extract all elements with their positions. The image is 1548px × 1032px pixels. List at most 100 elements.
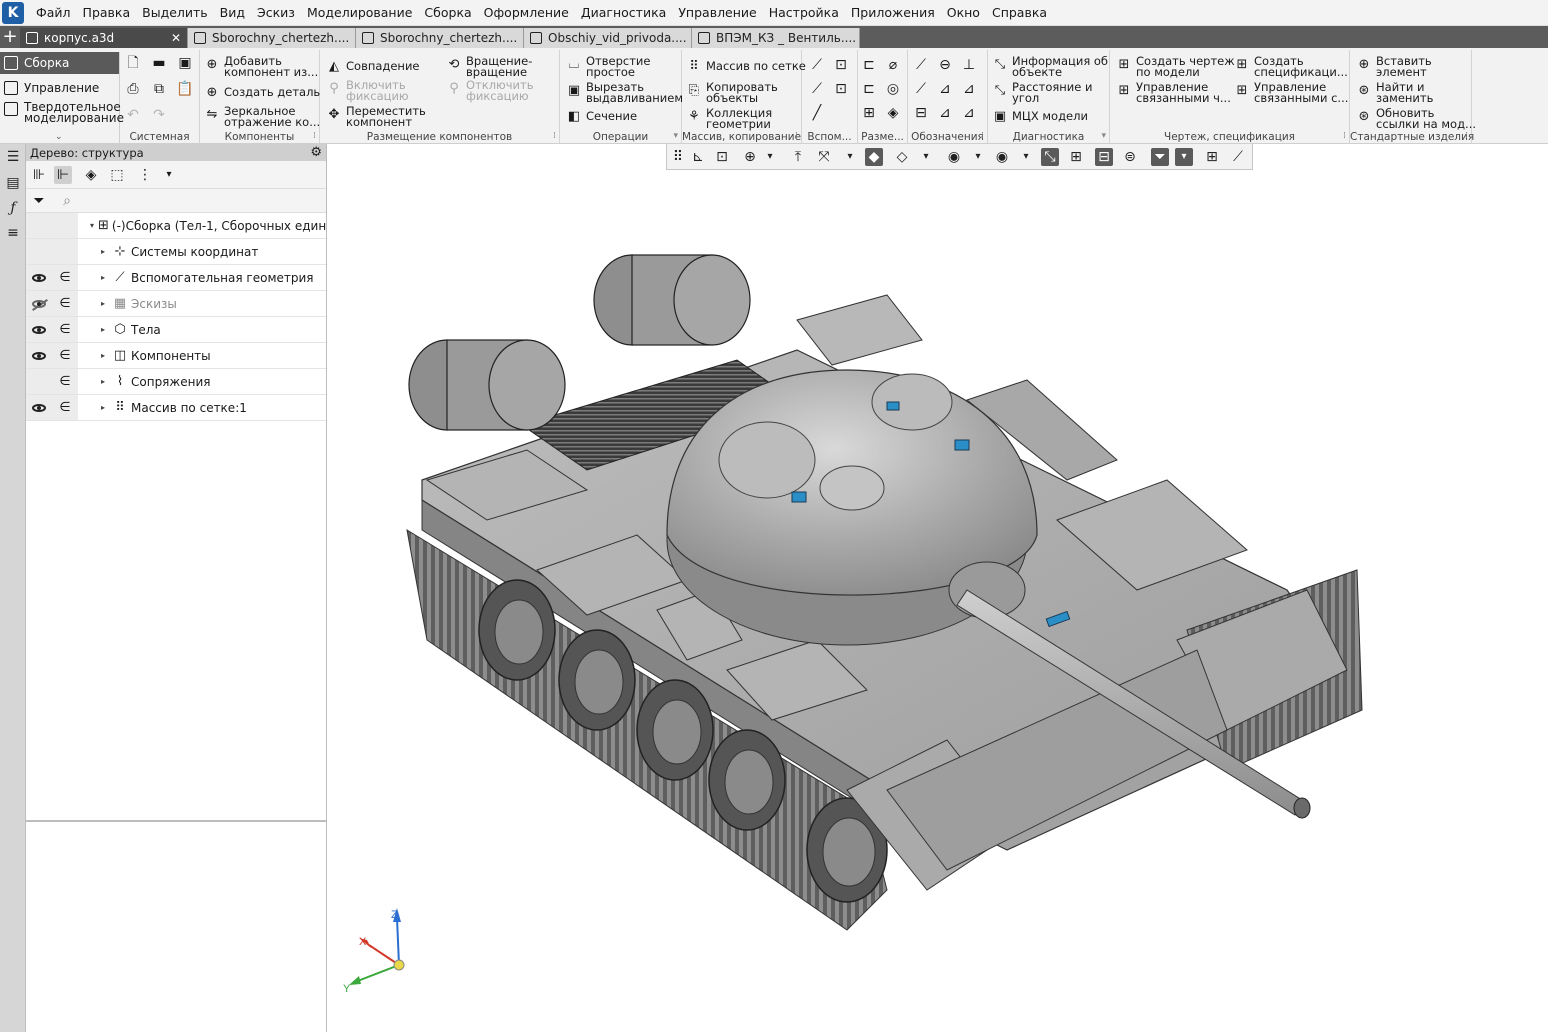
include-toggle[interactable]: ∈ <box>52 265 78 290</box>
expand-right-icon[interactable]: ▸ <box>98 325 108 334</box>
diameter-dim-icon[interactable]: ⌀ <box>884 56 902 74</box>
open-folder-icon[interactable]: ▬ <box>150 54 168 72</box>
include-toggle[interactable]: ∈ <box>52 369 78 394</box>
close-tab-icon[interactable]: ✕ <box>163 31 181 45</box>
expand-right-icon[interactable]: ▸ <box>98 403 108 412</box>
shaded-view-icon[interactable]: ◆ <box>865 148 883 166</box>
zoom-window-icon[interactable]: ⊡ <box>713 148 731 166</box>
hide-icon[interactable]: ◉ <box>945 148 963 166</box>
tree-row[interactable]: ∈ ▸ ⬡ Тела <box>26 317 326 343</box>
tree-view-icon[interactable]: ⊩ <box>54 166 72 184</box>
group-options-icon[interactable]: ⁞ <box>795 131 798 141</box>
menu-item-0[interactable]: Файл <box>30 0 77 26</box>
tree-item[interactable]: ▸ ⊹ Системы координат <box>78 239 326 264</box>
include-toggle[interactable] <box>52 213 78 238</box>
menu-item-11[interactable]: Приложения <box>845 0 941 26</box>
create-drawing-button[interactable]: ⊞ Создать чертеж по модели <box>1116 55 1235 78</box>
manage-linked-specs-button[interactable]: ⊞ Управление связанными с... <box>1234 81 1349 104</box>
roughness-icon[interactable]: ⊥ <box>960 56 978 74</box>
menu-item-3[interactable]: Вид <box>214 0 251 26</box>
tree-row[interactable]: ∈ ▸ ▦ Эскизы <box>26 291 326 317</box>
include-toggle[interactable]: ∈ <box>52 395 78 420</box>
menu-item-8[interactable]: Диагностика <box>575 0 672 26</box>
geometry-collection-button[interactable]: ⚘ Коллекция геометрии <box>686 107 772 130</box>
group-options-icon[interactable]: ⁞ <box>1465 131 1468 141</box>
print-icon[interactable]: ⎙ <box>124 80 142 98</box>
coincidence-button[interactable]: ◭ Совпадение <box>326 58 420 74</box>
orientation-dropdown-icon[interactable]: ▾ <box>841 148 859 166</box>
tree-row[interactable]: ∈ ▸ ◫ Компоненты <box>26 343 326 369</box>
panel-splitter[interactable] <box>26 820 326 822</box>
filter-dropdown-icon[interactable]: ▾ <box>1175 148 1193 166</box>
offset-plane-icon[interactable]: ⟋ <box>808 80 826 98</box>
mass-properties-button[interactable]: ▣ МЦХ модели <box>992 108 1088 124</box>
include-toggle[interactable] <box>52 239 78 264</box>
tree-row[interactable]: ▸ ⊹ Системы координат <box>26 239 326 265</box>
enable-fix-button[interactable]: ⚲ Включить фиксацию <box>326 79 408 102</box>
mark-icon[interactable]: ⊿ <box>960 80 978 98</box>
linear-dim-icon[interactable]: ⊏ <box>860 56 878 74</box>
tab-vpem[interactable]: ВПЭМ_КЗ _ Вентиль.... <box>692 28 860 48</box>
tab-sborochny-1[interactable]: Sborochny_chertezh.... <box>188 28 356 48</box>
disable-fix-button[interactable]: ⚲ Отключить фиксацию <box>446 79 533 102</box>
hide-dropdown-icon[interactable]: ▾ <box>969 148 987 166</box>
menu-item-5[interactable]: Моделирование <box>301 0 418 26</box>
copy-icon[interactable]: ⧉ <box>150 80 168 98</box>
line-icon[interactable]: ╱ <box>808 104 826 122</box>
menu-item-2[interactable]: Выделить <box>136 0 214 26</box>
expand-right-icon[interactable]: ▸ <box>98 351 108 360</box>
properties-panel-icon[interactable]: ▤ <box>4 174 22 192</box>
menu-item-7[interactable]: Оформление <box>478 0 575 26</box>
include-toggle[interactable]: ∈ <box>52 291 78 316</box>
position-icon[interactable]: ⟋ <box>912 80 930 98</box>
visibility-toggle[interactable] <box>26 317 52 342</box>
visibility-toggle[interactable] <box>26 343 52 368</box>
filter-icon[interactable]: ⏷ <box>30 192 48 210</box>
undo-icon[interactable]: ↶ <box>124 106 142 124</box>
menu-item-9[interactable]: Управление <box>672 0 762 26</box>
orient-icon[interactable]: ⊾ <box>689 148 707 166</box>
rotate-view-icon[interactable]: ⤧ <box>815 148 833 166</box>
chevron-down-icon[interactable]: ▾ <box>160 166 178 184</box>
radial-dim-icon[interactable]: ◎ <box>884 80 902 98</box>
tree-item[interactable]: ▸ ⠿ Массив по сетке:1 <box>78 395 326 420</box>
menu-item-13[interactable]: Справка <box>986 0 1053 26</box>
manage-linked-drawings-button[interactable]: ⊞ Управление связанными ч... <box>1116 81 1231 104</box>
visibility-toggle[interactable] <box>26 239 52 264</box>
toolbar-grip-icon[interactable]: ⠿ <box>669 148 687 166</box>
lock-dim-icon[interactable]: ◈ <box>884 104 902 122</box>
menu-item-4[interactable]: Эскиз <box>251 0 301 26</box>
section-button[interactable]: ◧ Сечение <box>566 108 637 124</box>
perspective-icon[interactable]: ⤡ <box>1041 148 1059 166</box>
layers-icon[interactable]: ≡ <box>4 224 22 242</box>
snap-icon[interactable]: ⊞ <box>1203 148 1221 166</box>
group-options-icon[interactable]: ⁞ <box>981 131 984 141</box>
tree-item[interactable]: ▸ ⟋ Вспомогательная геометрия <box>78 265 326 290</box>
expand-right-icon[interactable]: ▸ <box>98 273 108 282</box>
tree-panel-icon[interactable]: ☰ <box>4 148 22 166</box>
text-icon[interactable]: ⊟ <box>912 104 930 122</box>
panel-settings-icon[interactable]: ⚙ <box>310 145 322 160</box>
hole-simple-button[interactable]: ⌴ Отверстие простое <box>566 55 651 78</box>
tree-structure-icon[interactable]: ⊪ <box>30 166 48 184</box>
tree-item[interactable]: ▸ ▦ Эскизы <box>78 291 326 316</box>
new-tab-button[interactable]: + <box>0 26 20 48</box>
visibility-toggle[interactable] <box>26 291 52 316</box>
save-icon[interactable]: ▣ <box>176 54 194 72</box>
new-doc-icon[interactable]: 🗋 <box>124 54 142 72</box>
group-options-icon[interactable]: ⁞ <box>553 131 556 141</box>
leader-icon[interactable]: ⟋ <box>912 56 930 74</box>
expand-sections-icon[interactable]: ⌄ <box>55 132 63 142</box>
copy-objects-button[interactable]: ⎘ Копировать объекты <box>686 81 778 104</box>
menu-item-6[interactable]: Сборка <box>418 0 477 26</box>
menu-item-12[interactable]: Окно <box>941 0 986 26</box>
show-bodies-icon[interactable]: ⬚ <box>108 166 126 184</box>
tree-search-input[interactable] <box>80 192 320 210</box>
paste-icon[interactable]: 📋 <box>176 80 194 98</box>
create-spec-button[interactable]: ⊞ Создать спецификаци... <box>1234 55 1348 78</box>
weld-icon[interactable]: ⊿ <box>936 104 954 122</box>
include-toggle[interactable]: ∈ <box>52 317 78 342</box>
visibility-toggle[interactable] <box>26 369 52 394</box>
search-icon[interactable]: ⌕ <box>58 192 76 210</box>
expand-right-icon[interactable]: ▸ <box>98 377 108 386</box>
